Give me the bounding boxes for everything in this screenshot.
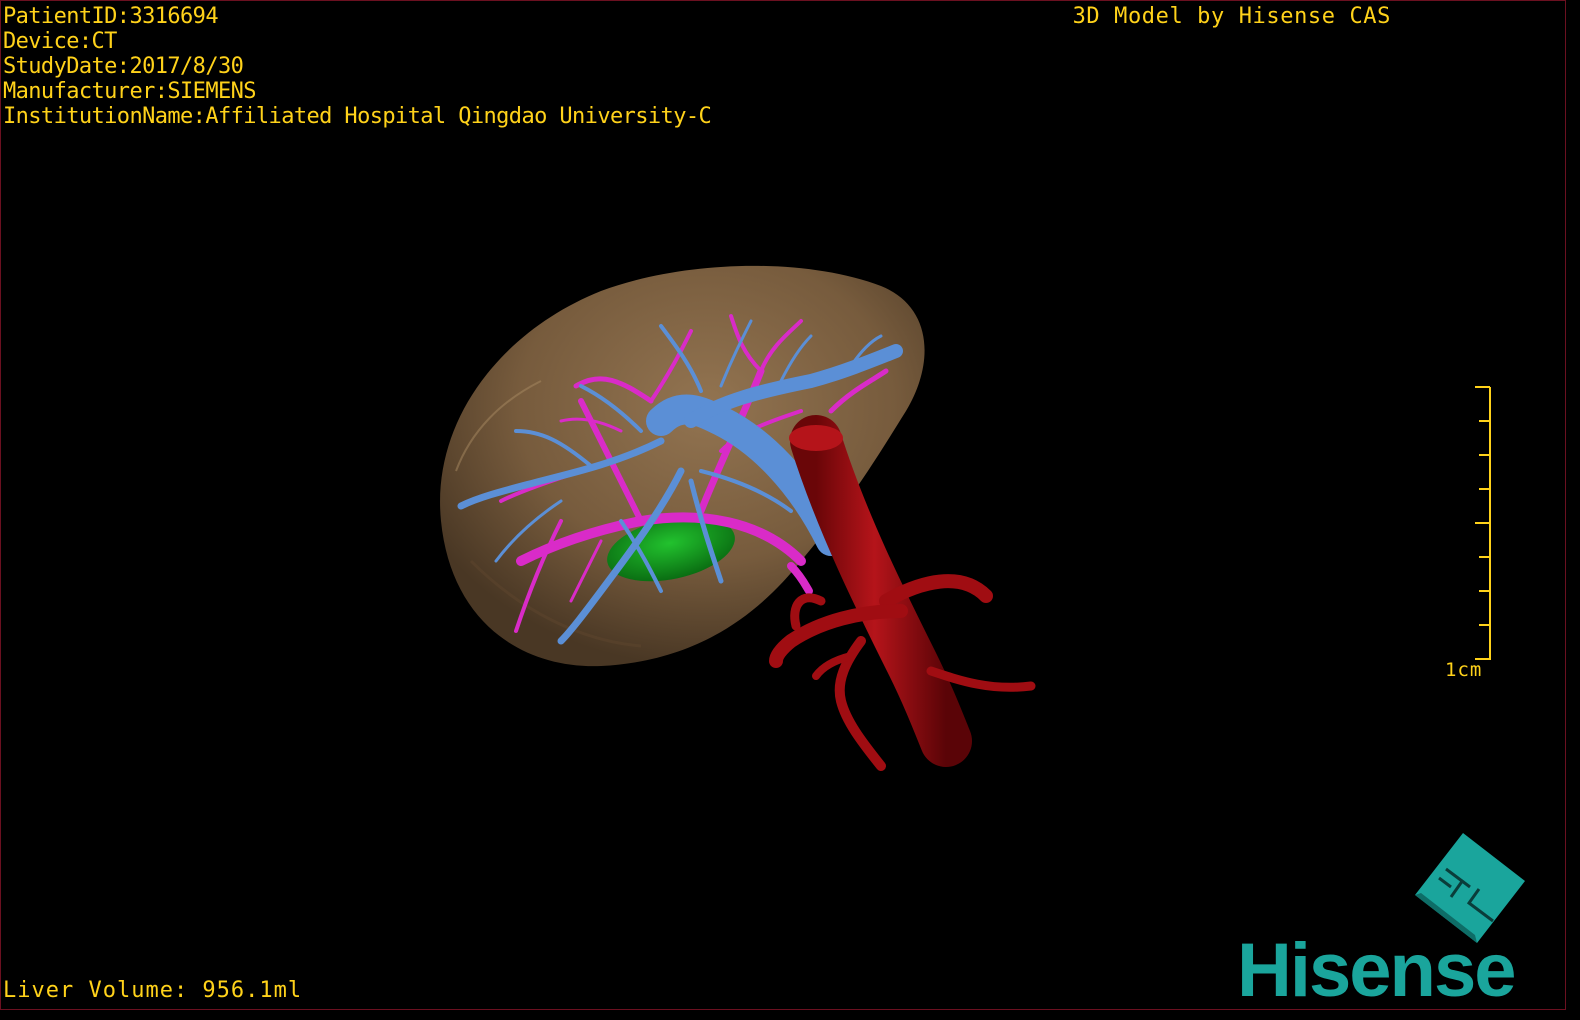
3d-viewport[interactable]: PatientID:3316694 Device:CT StudyDate:20…: [0, 0, 1566, 1010]
liver-surface: [440, 265, 925, 667]
scale-label: 1cm: [1445, 659, 1483, 681]
study-date-text: StudyDate:2017/8/30: [3, 54, 244, 79]
manufacturer-text: Manufacturer:SIEMENS: [3, 79, 257, 104]
device-text: Device:CT: [3, 29, 117, 54]
aorta: [769, 415, 1036, 771]
liver-3d-model[interactable]: [1, 1, 1567, 1011]
patient-id-text: PatientID:3316694: [3, 4, 219, 29]
liver-volume-text: Liver Volume: 956.1ml: [3, 978, 303, 1003]
institution-text: InstitutionName:Affiliated Hospital Qing…: [3, 104, 712, 129]
scale-bar: [1475, 386, 1491, 660]
hisense-logo-text: Hisense: [1237, 928, 1516, 1013]
model-watermark: 3D Model by Hisense CAS: [1072, 4, 1391, 29]
